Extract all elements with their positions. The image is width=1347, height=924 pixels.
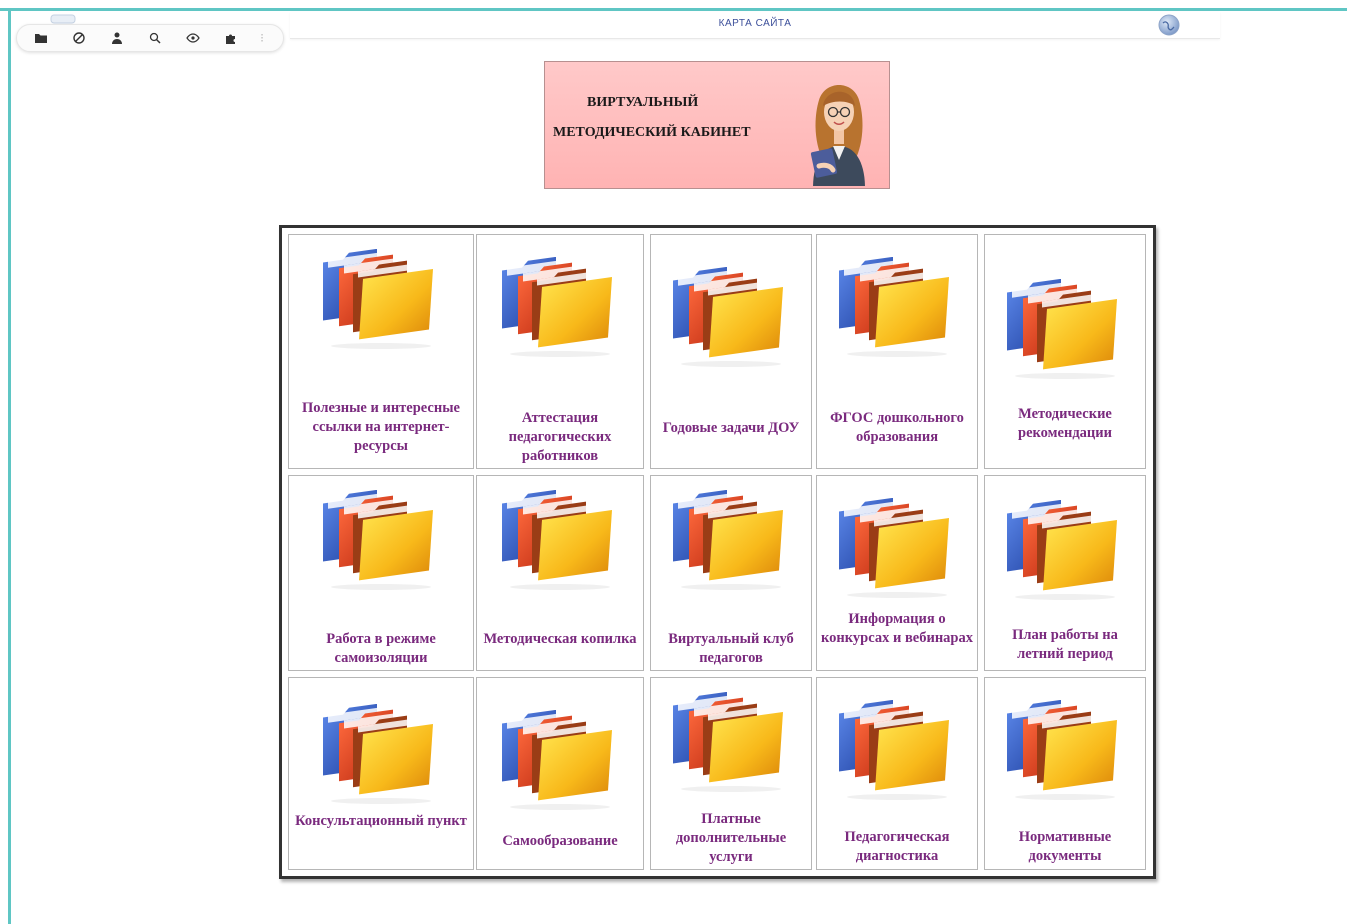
top-navigation-bar: КАРТА САЙТА bbox=[290, 12, 1220, 39]
section-tile[interactable]: ФГОС дошкольного образования bbox=[816, 234, 978, 469]
section-label: Нормативные документы bbox=[1018, 829, 1112, 864]
accessibility-toolbar: ⁝ bbox=[16, 24, 284, 52]
section-tile[interactable]: Виртуальный клуб педагогов bbox=[650, 475, 812, 671]
folder-icon bbox=[498, 709, 622, 810]
page-frame-left bbox=[8, 8, 11, 924]
folder-icon bbox=[669, 266, 793, 367]
section-tile[interactable]: Информация о конкурсах и вебинарах bbox=[816, 475, 978, 671]
folder-icon bbox=[319, 703, 443, 804]
folder-icon[interactable] bbox=[29, 28, 53, 48]
eye-icon[interactable] bbox=[181, 28, 205, 48]
section-label: План работы на летний период bbox=[1012, 627, 1118, 662]
disabled-icon[interactable] bbox=[67, 28, 91, 48]
section-tile[interactable]: Методическая копилка bbox=[476, 475, 644, 671]
sections-grid: Полезные и интересные ссылки на интернет… bbox=[279, 225, 1156, 879]
user-icon[interactable] bbox=[105, 28, 129, 48]
folder-icon bbox=[319, 489, 443, 590]
section-tile[interactable]: Педагогическая диагностика bbox=[816, 677, 978, 870]
folder-icon bbox=[1003, 699, 1127, 800]
folder-icon bbox=[669, 691, 793, 792]
section-label: Полезные и интересные ссылки на интернет… bbox=[302, 400, 460, 454]
banner-title-line2: МЕТОДИЧЕСКИЙ КАБИНЕТ bbox=[553, 125, 751, 140]
folder-icon bbox=[498, 256, 622, 357]
folder-icon bbox=[1003, 499, 1127, 600]
section-label: Консультационный пункт bbox=[295, 813, 467, 829]
section-tile[interactable]: Консультационный пункт bbox=[288, 677, 474, 870]
folder-icon bbox=[835, 699, 959, 800]
section-tile[interactable]: Методические рекомендации bbox=[984, 234, 1146, 469]
section-label: Работа в режиме самоизоляции bbox=[326, 631, 436, 666]
section-tile[interactable]: План работы на летний период bbox=[984, 475, 1146, 671]
sitemap-link[interactable]: КАРТА САЙТА bbox=[290, 18, 1220, 29]
folder-icon bbox=[319, 248, 443, 349]
mini-tab-icon bbox=[50, 14, 76, 24]
section-tile[interactable]: Годовые задачи ДОУ bbox=[650, 234, 812, 469]
section-tile[interactable]: Аттестация педагогических работников bbox=[476, 234, 644, 469]
folder-icon bbox=[835, 256, 959, 357]
section-label: Методическая копилка bbox=[483, 631, 637, 647]
section-label: Платные дополнительные услуги bbox=[675, 811, 787, 865]
folder-icon bbox=[498, 489, 622, 590]
section-label: Методические рекомендации bbox=[1018, 406, 1112, 441]
globe-icon[interactable] bbox=[1158, 14, 1180, 36]
search-icon[interactable] bbox=[143, 28, 167, 48]
section-label: Информация о конкурсах и вебинарах bbox=[821, 611, 973, 646]
section-label: Годовые задачи ДОУ bbox=[662, 420, 800, 436]
section-tile[interactable]: Полезные и интересные ссылки на интернет… bbox=[288, 234, 474, 469]
section-label: Педагогическая диагностика bbox=[844, 829, 950, 864]
folder-icon bbox=[1003, 278, 1127, 379]
section-label: Самообразование bbox=[502, 833, 618, 849]
folder-icon bbox=[835, 497, 959, 598]
folder-icon bbox=[669, 489, 793, 590]
section-tile[interactable]: Платные дополнительные услуги bbox=[650, 677, 812, 870]
section-tile[interactable]: Самообразование bbox=[476, 677, 644, 870]
section-tile[interactable]: Работа в режиме самоизоляции bbox=[288, 475, 474, 671]
section-tile[interactable]: Нормативные документы bbox=[984, 677, 1146, 870]
page-frame-top bbox=[0, 8, 1347, 11]
section-label: Виртуальный клуб педагогов bbox=[668, 631, 794, 666]
toolbar-divider: ⁝ bbox=[260, 31, 264, 45]
section-label: ФГОС дошкольного образования bbox=[830, 410, 964, 445]
section-label: Аттестация педагогических работников bbox=[508, 410, 612, 464]
puzzle-icon[interactable] bbox=[219, 28, 243, 48]
banner-title-line1: ВИРТУАЛЬНЫЙ bbox=[587, 95, 699, 110]
teacher-illustration bbox=[810, 85, 865, 186]
virtual-office-banner[interactable]: ВИРТУАЛЬНЫЙ МЕТОДИЧЕСКИЙ КАБИНЕТ bbox=[544, 61, 890, 189]
